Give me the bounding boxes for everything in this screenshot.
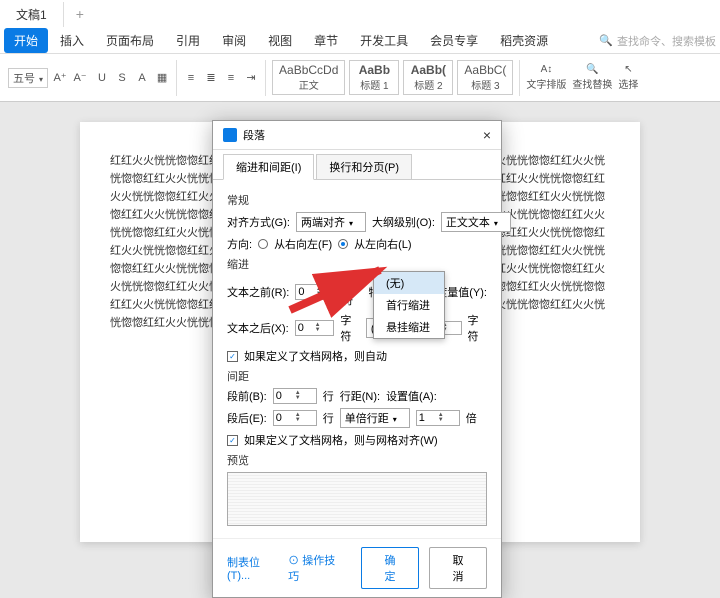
ribbon-toolbar: 五号 A⁺ A⁻ U S A ▦ ≡ ≣ ≡ ⇥ AaBbCcDd正文 AaBb… [0,54,720,102]
indent-grid-checkbox[interactable]: ✓ [227,351,238,362]
tab-line-page[interactable]: 换行和分页(P) [316,154,412,179]
spacing-grid-checkbox[interactable]: ✓ [227,435,238,446]
space-before-input[interactable]: 0▲▼ [273,388,317,404]
search-placeholder: 查找命令、搜索模板 [617,33,716,49]
text-layout-icon: A↕ [541,64,553,75]
strike-icon[interactable]: S [114,70,130,86]
find-replace-button[interactable]: 🔍查找替换 [572,64,612,91]
highlight-icon[interactable]: ▦ [154,70,170,86]
ribbon-tabs: 开始 插入 页面布局 引用 审阅 视图 章节 开发工具 会员专享 稻壳资源 🔍 … [0,28,720,54]
setval-input[interactable]: 1▲▼ [416,410,460,426]
outline-select[interactable]: 正文文本 [441,212,511,232]
style-h1[interactable]: AaBb标题 1 [349,60,399,95]
increase-font-icon[interactable]: A⁺ [52,70,68,86]
tab-indent-spacing[interactable]: 缩进和间距(I) [223,154,314,180]
align-select[interactable]: 两端对齐 [296,212,366,232]
tab-layout[interactable]: 页面布局 [96,28,164,53]
tab-chapter[interactable]: 章节 [304,28,348,53]
general-label: 常规 [227,192,487,208]
text-layout-button[interactable]: A↕文字排版 [526,64,566,91]
style-h3[interactable]: AaBbC(标题 3 [457,60,513,95]
number-list-icon[interactable]: ≣ [203,70,219,86]
cancel-button[interactable]: 取消 [429,547,487,589]
style-h2[interactable]: AaBb(标题 2 [403,60,453,95]
tab-reference[interactable]: 引用 [166,28,210,53]
select-button[interactable]: ↖选择 [618,64,638,91]
text-before-label: 文本之前(R): [227,284,289,300]
space-after-input[interactable]: 0▲▼ [273,410,317,426]
text-after-label: 文本之后(X): [227,320,289,336]
tabstops-button[interactable]: 制表位(T)... [227,554,278,582]
font-color-icon[interactable]: A [134,70,150,86]
outline-label: 大纲级别(O): [372,214,435,230]
spacing-label: 间距 [227,368,487,384]
paragraph-dialog: 段落 × 缩进和间距(I) 换行和分页(P) 常规 对齐方式(G): 两端对齐 … [212,120,502,598]
command-search[interactable]: 🔍 查找命令、搜索模板 [599,33,716,49]
dropdown-opt-firstline[interactable]: 首行缩进 [374,294,444,316]
tab-insert[interactable]: 插入 [50,28,94,53]
space-before-label: 段前(B): [227,388,267,404]
special-format-dropdown: (无) 首行缩进 悬挂缩进 [373,271,445,339]
tab-review[interactable]: 审阅 [212,28,256,53]
style-normal[interactable]: AaBbCcDd正文 [272,60,345,95]
text-before-input[interactable]: 0▲▼ [295,284,336,300]
window-titlebar: 文稿1 + [0,0,720,28]
font-size-select[interactable]: 五号 [8,68,48,88]
direction-label: 方向: [227,236,252,252]
tab-home[interactable]: 开始 [4,28,48,53]
tab-resources[interactable]: 稻壳资源 [490,28,558,53]
dialog-icon [223,128,237,142]
align-icon[interactable]: ≡ [223,70,239,86]
line-spacing-select[interactable]: 单倍行距 [340,408,410,428]
decrease-font-icon[interactable]: A⁻ [72,70,88,86]
style-gallery: AaBbCcDd正文 AaBb标题 1 AaBb(标题 2 AaBbC(标题 3 [272,60,513,95]
tab-view[interactable]: 视图 [258,28,302,53]
ltr-radio[interactable] [338,239,348,249]
ok-button[interactable]: 确定 [361,547,419,589]
setval-label: 设置值(A): [386,388,437,404]
bullet-list-icon[interactable]: ≡ [183,70,199,86]
indent-label: 缩进 [227,256,487,272]
text-after-input[interactable]: 0▲▼ [295,320,335,336]
space-after-label: 段后(E): [227,410,267,426]
document-tab[interactable]: 文稿1 [0,2,64,27]
align-label: 对齐方式(G): [227,214,290,230]
preview-box [227,472,487,526]
line-spacing-label: 行距(N): [340,388,380,404]
preview-label: 预览 [227,452,487,468]
dialog-title: 段落 [243,127,265,143]
underline-icon[interactable]: U [94,70,110,86]
close-icon[interactable]: × [483,127,491,143]
tips-link[interactable]: ⊙ 操作技巧 [288,552,341,584]
dropdown-opt-none[interactable]: (无) [374,272,444,294]
lightbulb-icon: ⊙ [288,555,299,567]
dropdown-opt-hanging[interactable]: 悬挂缩进 [374,316,444,338]
search-icon: 🔍 [586,64,598,75]
indent-icon[interactable]: ⇥ [243,70,259,86]
rtl-radio[interactable] [258,239,268,249]
tab-developer[interactable]: 开发工具 [350,28,418,53]
cursor-icon: ↖ [624,64,632,75]
tab-member[interactable]: 会员专享 [420,28,488,53]
new-tab-button[interactable]: + [64,2,96,26]
search-icon: 🔍 [599,34,613,47]
